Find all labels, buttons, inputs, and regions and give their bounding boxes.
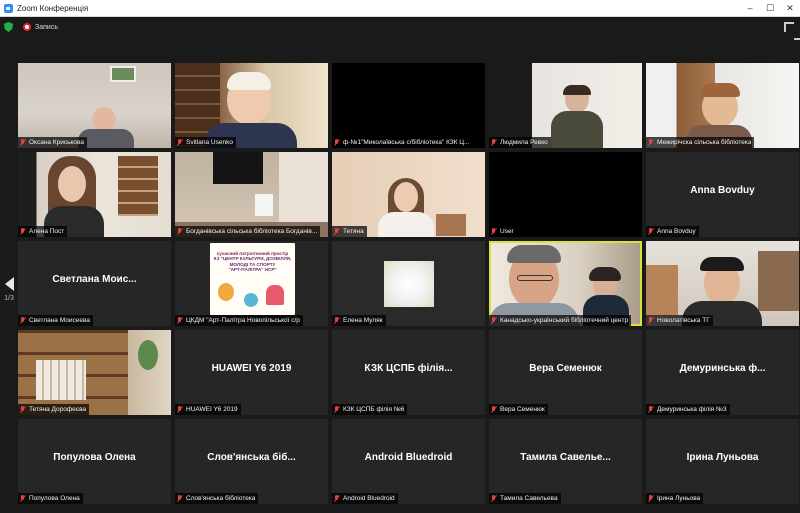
mic-muted-icon [20, 139, 26, 146]
participant-tile[interactable]: Тетяна [332, 152, 485, 237]
profile-picture-flower [384, 261, 434, 307]
participant-name-label: Android Bluedroid [332, 493, 398, 504]
participant-video [394, 182, 418, 212]
participant-name-label: Тетяна Дорофеєва [18, 404, 90, 415]
poster-line-2: КЗ "ЦЕНТР КУЛЬТУРИ, ДОЗВІЛЛЯ, [213, 256, 292, 262]
participant-tile[interactable]: Тетяна Дорофеєва [18, 330, 171, 415]
mic-muted-icon [177, 317, 183, 324]
participant-display-name: КЗК ЦСПБ філія... [364, 362, 453, 374]
participant-name-label: Демуринська філія №3 [646, 404, 730, 415]
mic-muted-icon [177, 406, 183, 413]
mic-muted-icon [491, 228, 497, 235]
mic-muted-icon [648, 495, 654, 502]
participant-tile[interactable]: Межирічска сільська бібліотека [646, 63, 799, 148]
headphones [700, 257, 744, 271]
mic-muted-icon [648, 228, 654, 235]
participant-name-label: Svitlana Usenko [175, 137, 236, 148]
participant-tile[interactable]: HUAWEI Y6 2019 HUAWEI Y6 2019 [175, 330, 328, 415]
participant-name-label: ф-№1"Миколаївська с/бібліотека" КЗК Ц... [332, 137, 473, 148]
mic-muted-icon [491, 317, 497, 324]
participant-display-name: Демуринська ф... [679, 362, 766, 374]
mic-muted-icon [491, 139, 497, 146]
mic-muted-icon [648, 406, 654, 413]
participant-tile[interactable]: Anna Bovduy Anna Bovduy [646, 152, 799, 237]
participant-display-name: Android Bluedroid [364, 451, 453, 463]
mic-muted-icon [20, 495, 26, 502]
participant-tile[interactable]: Богданівська сільська бібліотека Богдані… [175, 152, 328, 237]
video-grid: Оксана Криськова Svitlana Usenko ф-№1"Ми… [0, 0, 800, 513]
participant-name-label: Елена Муляк [332, 315, 386, 326]
mic-muted-icon [177, 495, 183, 502]
glasses [517, 275, 553, 281]
participant-name-label: Алена Пост [18, 226, 68, 237]
participant-tile[interactable]: Слов'янська біб... Слов'янська бібліотек… [175, 419, 328, 504]
participant-tile[interactable]: Демуринська ф... Демуринська філія №3 [646, 330, 799, 415]
participant-video [58, 166, 86, 202]
participant-name-label: Слов'янська бібліотека [175, 493, 259, 504]
participant-name-label: Людмила Ревко [489, 137, 551, 148]
participant-name-label: HUAWEI Y6 2019 [175, 404, 241, 415]
mic-muted-icon [491, 495, 497, 502]
participant-tile[interactable]: Svitlana Usenko [175, 63, 328, 148]
participant-tile[interactable]: Вера Семенюк Вера Семенюк [489, 330, 642, 415]
profile-picture-poster: сучасний патріотичний простір КЗ "ЦЕНТР … [210, 243, 295, 315]
participant-tile[interactable]: Алена Пост [18, 152, 171, 237]
participant-tile[interactable]: Android Bluedroid Android Bluedroid [332, 419, 485, 504]
mic-muted-icon [334, 139, 340, 146]
participant-tile[interactable]: Ірина Луньова Ірина Луньова [646, 419, 799, 504]
participant-name-label: Светлана Моисеева [18, 315, 93, 326]
mic-muted-icon [648, 139, 654, 146]
participant-tile[interactable]: Тамила Савелье... Тамила Савельева [489, 419, 642, 504]
poster-line-4: "АРТ-ПАЛІТРА" НСР" [228, 266, 277, 272]
mic-muted-icon [177, 228, 183, 235]
participant-name-label: Тетяна [332, 226, 367, 237]
participant-display-name: Ірина Луньова [686, 451, 759, 463]
participant-name-label: Тамила Савельева [489, 493, 561, 504]
participant-display-name: Anna Bovduy [690, 184, 755, 196]
participant-tile[interactable]: Людмила Ревко [489, 63, 642, 148]
participant-tile[interactable]: сучасний патріотичний простір КЗ "ЦЕНТР … [175, 241, 328, 326]
participant-tile[interactable]: User [489, 152, 642, 237]
participant-display-name: Тамила Савелье... [520, 451, 611, 463]
participant-name-label: КЗК ЦСПБ філія №6 [332, 404, 408, 415]
participant-tile[interactable]: Светлана Моис... Светлана Моисеева [18, 241, 171, 326]
participant-display-name: Вера Семенюк [529, 362, 602, 374]
participant-tile[interactable]: КЗК ЦСПБ філія... КЗК ЦСПБ філія №6 [332, 330, 485, 415]
participant-name-label: Оксана Криськова [18, 137, 88, 148]
participant-name-label: Ірина Луньова [646, 493, 704, 504]
mic-muted-icon [20, 406, 26, 413]
participant-name-label: User [489, 226, 517, 237]
tv-screen [213, 152, 263, 184]
participant-name-label: Канадсько-український бібліотечний центр [489, 315, 632, 326]
participant-tile[interactable]: Оксана Криськова [18, 63, 171, 148]
mic-muted-icon [491, 406, 497, 413]
mic-muted-icon [177, 139, 183, 146]
participant-name-label: Богданівська сільська бібліотека Богдані… [175, 226, 321, 237]
participant-display-name: Слов'янська біб... [207, 451, 296, 463]
mic-muted-icon [334, 317, 340, 324]
participant-name-label: Межирічска сільська бібліотека [646, 137, 755, 148]
mic-muted-icon [648, 317, 654, 324]
wall-picture [110, 66, 136, 82]
participant-display-name: Популова Олена [53, 451, 136, 463]
mic-muted-icon [20, 228, 26, 235]
mic-muted-icon [334, 495, 340, 502]
participant-tile[interactable]: ф-№1"Миколаївська с/бібліотека" КЗК Ц... [332, 63, 485, 148]
participant-tile[interactable]: Елена Муляк [332, 241, 485, 326]
participant-display-name: HUAWEI Y6 2019 [211, 362, 292, 374]
participant-tile-active-speaker[interactable]: Канадсько-український бібліотечний центр [489, 241, 642, 326]
participant-name-label: Популова Олена [18, 493, 83, 504]
participant-name-label: Anna Bovduy [646, 226, 699, 237]
participant-name-label: Вера Семенюк [489, 404, 548, 415]
participant-tile[interactable]: Популова Олена Популова Олена [18, 419, 171, 504]
mic-muted-icon [20, 317, 26, 324]
participant-display-name: Светлана Моис... [52, 273, 137, 285]
participant-name-label: ЦКДМ "Арт-Палітра Новопільської с/р [175, 315, 303, 326]
participant-tile[interactable]: Новолатівська ТГ [646, 241, 799, 326]
participant-name-label: Новолатівська ТГ [646, 315, 713, 326]
mic-muted-icon [334, 228, 340, 235]
mic-muted-icon [334, 406, 340, 413]
